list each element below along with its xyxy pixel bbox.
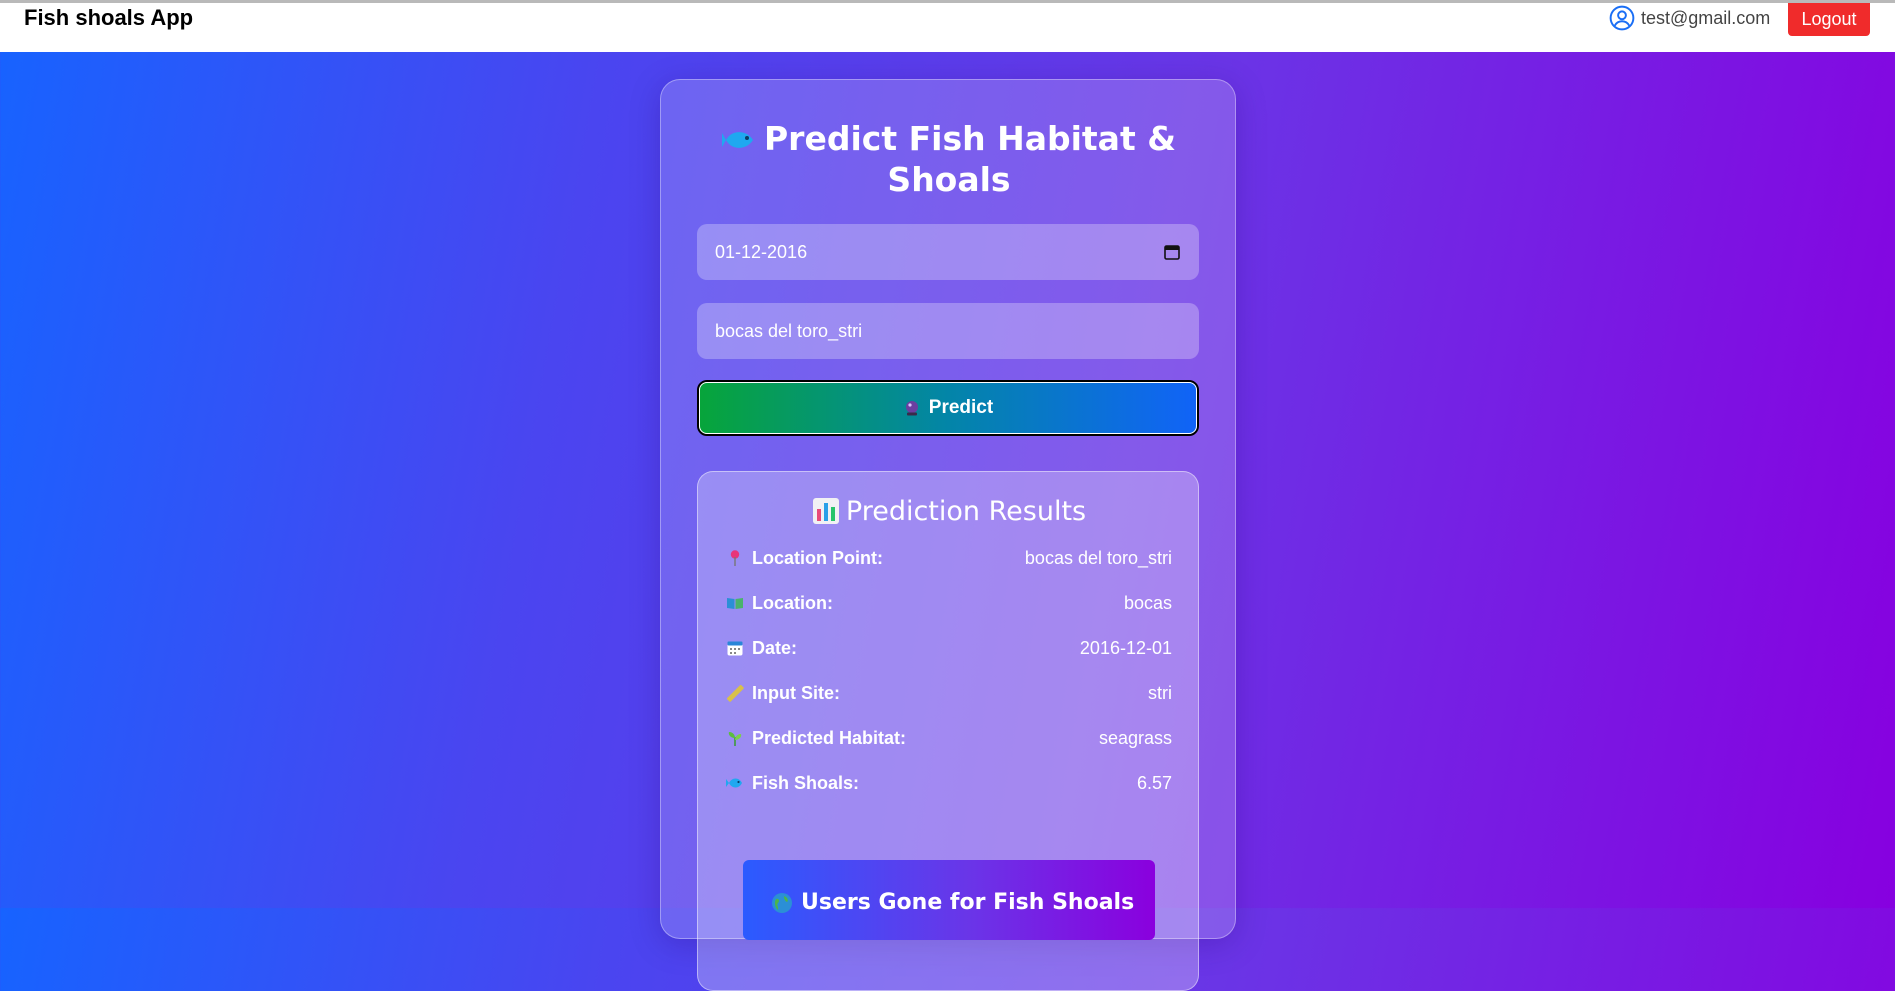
users-gone-panel: Users Gone for Fish Shoals bbox=[743, 860, 1155, 940]
result-value: bocas del toro_stri bbox=[1024, 547, 1172, 568]
result-row-input-site: Input Site: stri bbox=[726, 681, 1172, 705]
predict-button[interactable]: Predict bbox=[697, 380, 1199, 436]
result-label: Location Point: bbox=[752, 547, 883, 568]
user-email: test@gmail.com bbox=[1641, 7, 1771, 28]
result-label: Location: bbox=[752, 592, 833, 613]
result-label: Fish Shoals: bbox=[752, 772, 860, 793]
fish-icon bbox=[726, 778, 742, 788]
ruler-icon bbox=[726, 684, 744, 702]
top-navbar: Fish shoals App test@gmail.com Logout bbox=[0, 0, 1895, 52]
results-title: Prediction Results bbox=[698, 496, 1200, 528]
user-info: test@gmail.com bbox=[1609, 5, 1770, 31]
book-icon bbox=[727, 598, 743, 609]
page-title-text: Predict Fish Habitat & Shoals bbox=[764, 119, 1176, 199]
bar-chart-icon bbox=[812, 498, 839, 524]
results-title-text: Prediction Results bbox=[845, 496, 1087, 527]
seedling-icon bbox=[728, 732, 742, 746]
prediction-card: Predict Fish Habitat & Shoals 01-12-2016… bbox=[660, 79, 1237, 991]
date-input[interactable]: 01-12-2016 bbox=[697, 224, 1199, 280]
predict-label: Predict bbox=[928, 397, 994, 418]
result-value: seagrass bbox=[1098, 727, 1172, 748]
globe-icon bbox=[772, 892, 792, 913]
result-value: stri bbox=[1148, 682, 1172, 703]
result-label: Date: bbox=[752, 637, 798, 658]
page-title: Predict Fish Habitat & Shoals bbox=[661, 118, 1237, 200]
user-circle-icon bbox=[1609, 5, 1635, 31]
date-value: 01-12-2016 bbox=[715, 241, 808, 262]
app-brand[interactable]: Fish shoals App bbox=[24, 5, 193, 31]
result-row-location: Location: bocas bbox=[726, 591, 1172, 615]
users-gone-title-text: Users Gone for Fish Shoals bbox=[801, 890, 1135, 915]
result-row-fish-shoals: Fish Shoals: 6.57 bbox=[726, 771, 1172, 795]
calendar-icon[interactable] bbox=[1163, 243, 1181, 261]
location-input[interactable]: bocas del toro_stri bbox=[697, 303, 1199, 359]
result-value: 6.57 bbox=[1136, 772, 1172, 793]
result-row-location-point: Location Point: bocas del toro_stri bbox=[726, 546, 1172, 570]
users-gone-title: Users Gone for Fish Shoals bbox=[771, 890, 1134, 915]
logout-button[interactable]: Logout bbox=[1788, 3, 1870, 36]
result-value: 2016-12-01 bbox=[1079, 637, 1172, 658]
result-label: Predicted Habitat: bbox=[752, 727, 907, 748]
crystal-ball-icon bbox=[905, 401, 918, 416]
fish-icon bbox=[722, 132, 753, 148]
prediction-results-panel: Prediction Results Location Point: bocas… bbox=[697, 471, 1199, 991]
location-value: bocas del toro_stri bbox=[715, 320, 863, 341]
calendar-icon bbox=[727, 641, 743, 656]
result-value: bocas bbox=[1123, 592, 1172, 613]
result-row-predicted-habitat: Predicted Habitat: seagrass bbox=[726, 726, 1172, 750]
pin-icon bbox=[730, 550, 740, 566]
result-label: Input Site: bbox=[752, 682, 840, 703]
result-row-date: Date: 2016-12-01 bbox=[726, 636, 1172, 660]
